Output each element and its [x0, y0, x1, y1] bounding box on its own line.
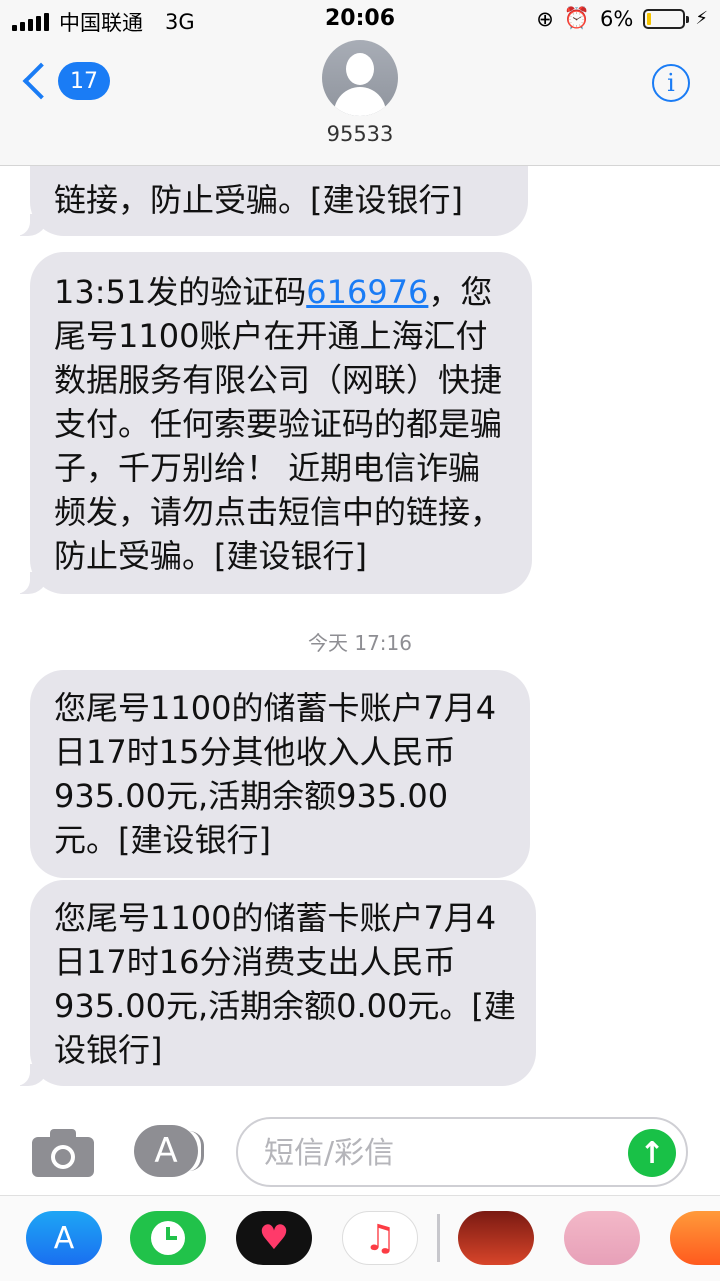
rotation-lock-icon: ⊕: [536, 6, 554, 31]
message-text: 链接，防止受骗。[建设银行]: [54, 181, 463, 219]
message-bubble[interactable]: 13:51发的验证码616976，您尾号1100账户在开通上海汇付数据服务有限公…: [14, 252, 532, 594]
chevron-left-icon: [22, 62, 60, 100]
message-input-field[interactable]: ↑: [236, 1117, 688, 1187]
status-bar: 中国联通 3G 20:06 ⊕ ⏰ 6% ⚡: [0, 0, 720, 40]
composer-bar: A ↑: [0, 1105, 720, 1197]
music-icon[interactable]: ♫: [342, 1211, 418, 1265]
sticker-pack-icon[interactable]: [564, 1211, 640, 1265]
alarm-icon: ⏰: [563, 6, 591, 30]
message-timestamp: 今天 17:16: [308, 631, 412, 655]
charging-bolt-icon: ⚡: [695, 8, 708, 29]
message-text: 13:51发的验证码: [54, 273, 307, 311]
message-text: 您尾号1100的储蓄卡账户7月4日17时15分其他收入人民币935.00元,活期…: [54, 689, 497, 859]
message-input[interactable]: [262, 1131, 606, 1175]
unread-count-badge: 17: [58, 62, 110, 100]
message-bubble[interactable]: 您尾号1100的储蓄卡账户7月4日17时16分消费支出人民币935.00元,活期…: [14, 880, 536, 1086]
message-bubble[interactable]: 您尾号1100的储蓄卡账户7月4日17时15分其他收入人民币935.00元,活期…: [30, 670, 530, 878]
app-store-icon[interactable]: A: [26, 1211, 102, 1265]
message-thread[interactable]: 链接，防止受骗。[建设银行] 13:51发的验证码616976，您尾号1100账…: [0, 0, 720, 1110]
camera-icon[interactable]: [32, 1127, 94, 1177]
info-button[interactable]: i: [652, 64, 690, 102]
message-text: ，您尾号1100账户在开通上海汇付数据服务有限公司（网联）快捷支付。任何索要验证…: [54, 273, 503, 575]
clock-icon[interactable]: [130, 1211, 206, 1265]
send-button[interactable]: ↑: [628, 1129, 676, 1177]
app-icon[interactable]: [670, 1211, 720, 1265]
app-store-icon[interactable]: A: [134, 1125, 204, 1177]
digital-touch-icon[interactable]: ♥: [236, 1211, 312, 1265]
avatar[interactable]: [322, 40, 398, 116]
contact-name[interactable]: 95533: [0, 122, 720, 146]
battery-icon: [643, 8, 690, 29]
sticker-pack-icon[interactable]: [458, 1211, 534, 1265]
conversation-header: 17 95533 i: [0, 40, 720, 166]
back-button[interactable]: 17: [20, 62, 110, 100]
imessage-app-drawer: A ♥ ♫: [0, 1195, 720, 1281]
message-text: 您尾号1100的储蓄卡账户7月4日17时16分消费支出人民币935.00元,活期…: [54, 899, 516, 1069]
battery-percent: 6%: [600, 6, 634, 31]
drawer-divider: [437, 1214, 440, 1262]
verification-code-link[interactable]: 616976: [306, 273, 428, 311]
